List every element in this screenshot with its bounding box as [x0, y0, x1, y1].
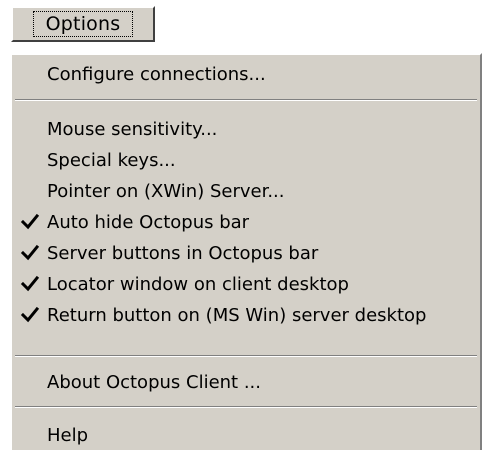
menu-item-locator-window-on-client-desktop[interactable]: Locator window on client desktop	[12, 269, 480, 299]
checkmark-icon	[20, 213, 40, 230]
menu-item-label: Configure connections...	[47, 63, 266, 85]
menu-item-server-buttons-in-octopus-bar[interactable]: Server buttons in Octopus bar	[12, 238, 480, 268]
menu-separator	[15, 99, 477, 101]
menu-item-label: Special keys...	[47, 149, 176, 171]
menu-item-mouse-sensitivity[interactable]: Mouse sensitivity...	[12, 114, 480, 144]
menu-item-configure-connections[interactable]: Configure connections...	[12, 59, 480, 89]
checkmark-icon	[20, 275, 40, 292]
menu-item-auto-hide-octopus-bar[interactable]: Auto hide Octopus bar	[12, 207, 480, 237]
options-menu-button[interactable]: Options	[11, 6, 155, 42]
menu-separator	[15, 406, 477, 408]
menu-item-pointer-on-server[interactable]: Pointer on (XWin) Server...	[12, 176, 480, 206]
menu-item-label: Mouse sensitivity...	[47, 118, 218, 140]
checkmark-icon	[20, 244, 40, 261]
menu-item-label: Pointer on (XWin) Server...	[47, 180, 285, 202]
menu-item-label: About Octopus Client ...	[47, 371, 262, 393]
checkmark-icon	[20, 306, 40, 323]
octopus-options-menu-screen: Options Configure connections... Mouse s…	[0, 0, 493, 450]
menu-item-label: Server buttons in Octopus bar	[47, 242, 319, 264]
menu-item-about-octopus-client[interactable]: About Octopus Client ...	[12, 367, 480, 397]
menu-item-label: Locator window on client desktop	[47, 273, 349, 295]
menu-item-label: Auto hide Octopus bar	[47, 211, 250, 233]
menu-item-label: Help	[47, 424, 89, 446]
options-menu-label: Options	[32, 11, 134, 37]
menu-separator	[15, 355, 477, 357]
menu-item-special-keys[interactable]: Special keys...	[12, 145, 480, 175]
menu-item-return-button-on-server-desktop[interactable]: Return button on (MS Win) server desktop	[12, 300, 480, 330]
menu-item-help[interactable]: Help	[12, 420, 480, 450]
options-dropdown-menu: Configure connections... Mouse sensitivi…	[10, 53, 482, 450]
menu-item-label: Return button on (MS Win) server desktop	[47, 304, 427, 326]
